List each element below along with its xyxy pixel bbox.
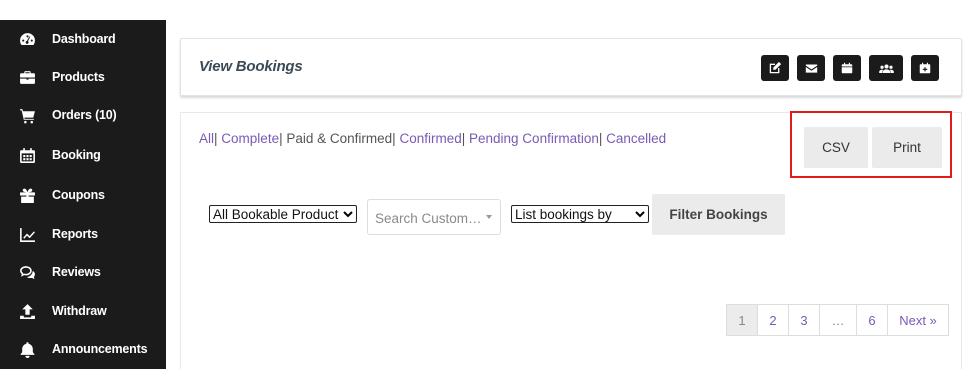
pagination: 1 2 3 … 6 Next »: [726, 304, 949, 336]
product-select[interactable]: All Bookable Product: [209, 205, 357, 223]
sidebar-item-reports[interactable]: Reports: [0, 217, 166, 251]
calendar-icon: [841, 62, 853, 74]
sidebar: Dashboard Products Orders (10) Booking C…: [0, 20, 166, 369]
header-card: View Bookings: [180, 38, 962, 96]
filter-separator: |: [461, 131, 466, 146]
sidebar-item-label: Reviews: [52, 265, 101, 279]
list-bookings-select-value: List bookings by: [515, 206, 612, 222]
cart-icon: [18, 106, 36, 124]
bell-icon: [18, 340, 36, 358]
calendar-button[interactable]: [833, 55, 861, 81]
briefcase-icon: [18, 68, 36, 86]
next-page-button[interactable]: Next »: [887, 304, 949, 336]
search-placeholder: Search Custom…: [375, 211, 482, 226]
sidebar-item-dashboard[interactable]: Dashboard: [0, 22, 166, 56]
page-6-button[interactable]: 6: [856, 304, 888, 336]
sidebar-item-announcements[interactable]: Announcements: [0, 332, 166, 366]
sidebar-item-withdraw[interactable]: Withdraw: [0, 294, 166, 328]
filter-separator: |: [598, 131, 603, 146]
envelope-icon: [805, 63, 817, 73]
sidebar-item-coupons[interactable]: Coupons: [0, 178, 166, 212]
sidebar-item-label: Products: [52, 70, 105, 84]
sidebar-item-label: Announcements: [52, 342, 148, 356]
dashboard-icon: [18, 30, 36, 48]
comments-icon: [18, 263, 36, 281]
page-title: View Bookings: [199, 58, 303, 75]
page-3-button[interactable]: 3: [788, 304, 820, 336]
calendar-icon: [18, 146, 36, 164]
customers-button[interactable]: [869, 55, 903, 81]
sidebar-item-label: Orders (10): [52, 108, 117, 122]
filter-confirmed-link[interactable]: Confirmed: [399, 131, 461, 146]
filter-separator: |: [279, 131, 283, 146]
dropdown-arrow-icon: [486, 215, 492, 219]
sidebar-item-reviews[interactable]: Reviews: [0, 255, 166, 289]
csv-button[interactable]: CSV: [804, 127, 868, 168]
bookings-panel: All| Complete| Paid & Confirmed| Confirm…: [180, 111, 962, 369]
chart-icon: [18, 225, 36, 243]
users-icon: [878, 63, 894, 73]
chevron-down-icon: [635, 211, 645, 218]
filter-bookings-button[interactable]: Filter Bookings: [652, 194, 785, 235]
page-1-button[interactable]: 1: [726, 304, 758, 336]
sidebar-item-orders[interactable]: Orders (10): [0, 98, 166, 132]
filter-cancelled-link[interactable]: Cancelled: [606, 131, 666, 146]
product-select-value: All Bookable Product: [213, 206, 339, 222]
page-ellipsis: …: [819, 304, 857, 336]
email-button[interactable]: [797, 55, 825, 81]
filter-separator: |: [214, 131, 218, 146]
sidebar-item-label: Withdraw: [52, 304, 107, 318]
customer-search-input[interactable]: Search Custom…: [367, 199, 501, 235]
list-bookings-select[interactable]: List bookings by: [511, 205, 649, 223]
add-booking-button[interactable]: [911, 55, 939, 81]
sidebar-item-label: Dashboard: [52, 32, 116, 46]
edit-icon: [769, 61, 782, 74]
sidebar-item-products[interactable]: Products: [0, 60, 166, 94]
sidebar-item-label: Reports: [52, 227, 98, 241]
sidebar-item-label: Coupons: [52, 188, 105, 202]
calendar-plus-icon: [919, 62, 931, 74]
gift-icon: [18, 186, 36, 204]
edit-booking-button[interactable]: [761, 55, 789, 81]
page-root: Dashboard Products Orders (10) Booking C…: [0, 0, 974, 369]
print-button[interactable]: Print: [872, 127, 942, 168]
filter-all-link[interactable]: All: [199, 131, 214, 146]
sidebar-item-booking[interactable]: Booking: [0, 138, 166, 172]
page-2-button[interactable]: 2: [757, 304, 789, 336]
sidebar-item-label: Booking: [52, 148, 101, 162]
filter-complete-link[interactable]: Complete: [221, 131, 279, 146]
filter-separator: |: [392, 131, 396, 146]
filter-paid-confirmed-current: Paid & Confirmed: [286, 131, 393, 146]
status-filter-links: All| Complete| Paid & Confirmed| Confirm…: [199, 131, 666, 146]
filter-pending-link[interactable]: Pending Confirmation: [469, 131, 599, 146]
chevron-down-icon: [343, 211, 353, 218]
upload-icon: [18, 302, 36, 320]
